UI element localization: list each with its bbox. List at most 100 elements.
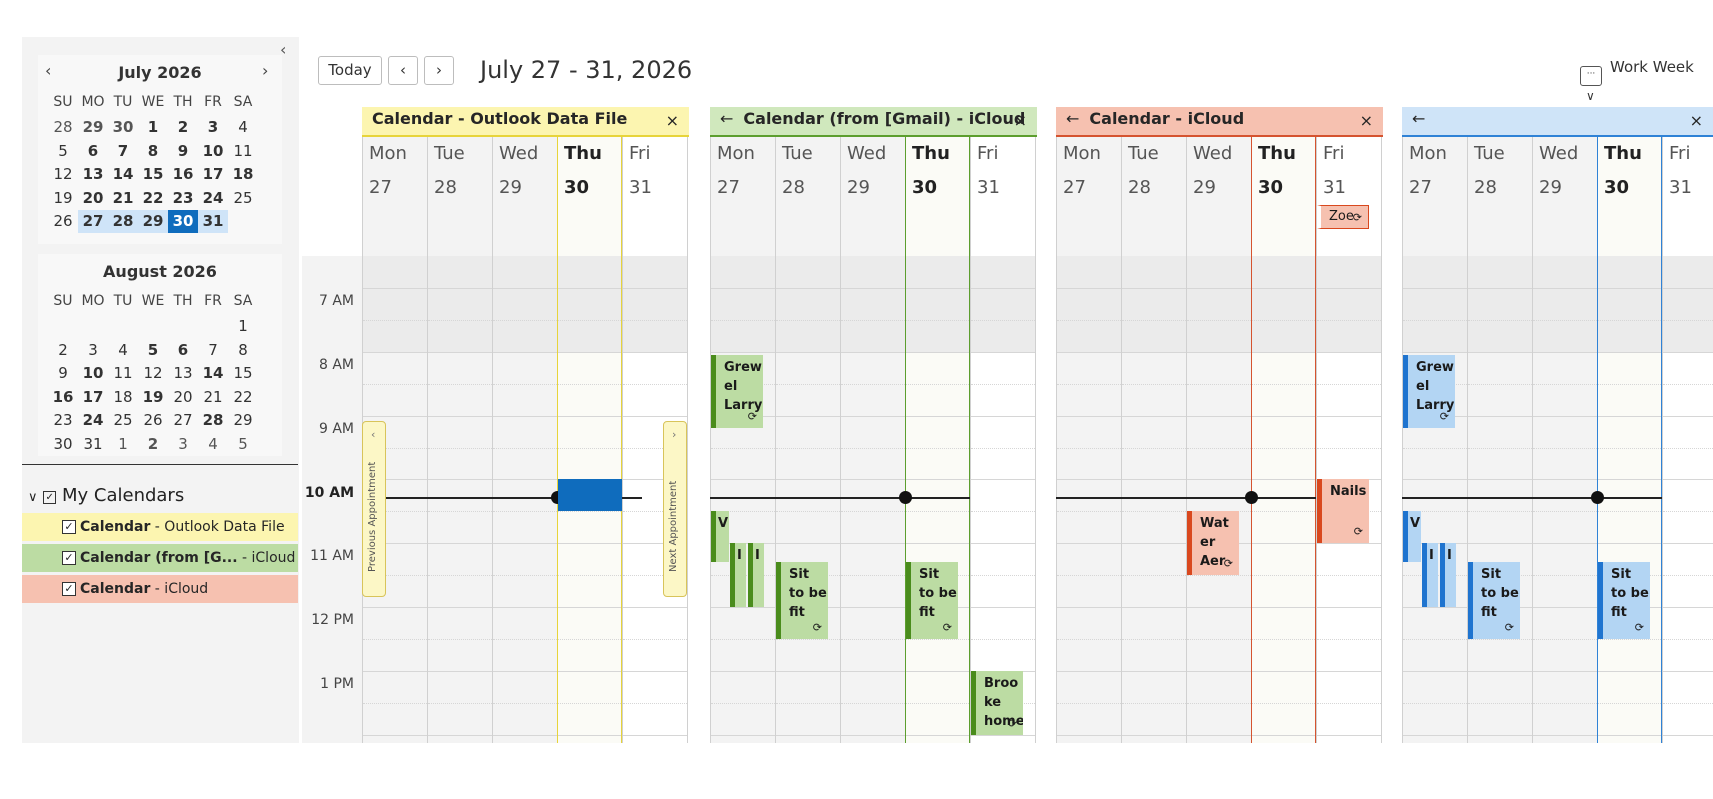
mini-calendar-day[interactable]: 3 bbox=[78, 339, 108, 362]
today-button[interactable]: Today bbox=[318, 56, 382, 85]
close-icon[interactable]: × bbox=[666, 109, 679, 133]
selected-time-slot[interactable] bbox=[558, 479, 622, 512]
mini-calendar-day[interactable]: 21 bbox=[198, 386, 228, 409]
mini-calendar-day[interactable]: 11 bbox=[108, 362, 138, 385]
next-appointment-button[interactable]: › Next Appointment bbox=[663, 420, 687, 597]
calendar-event[interactable]: Nails ⟳ bbox=[1317, 479, 1369, 544]
mini-calendar-day[interactable]: 20 bbox=[78, 187, 108, 210]
mini-calendar-day[interactable]: 3 bbox=[168, 433, 198, 456]
next-button[interactable]: › bbox=[424, 56, 454, 85]
mini-calendar-day[interactable]: 7 bbox=[108, 140, 138, 163]
calendar-event[interactable]: I bbox=[748, 543, 764, 607]
mini-calendar-day[interactable]: 3 bbox=[198, 116, 228, 139]
day-column-thu[interactable]: Thu 30 bbox=[557, 137, 622, 743]
mini-calendar-day[interactable]: 12 bbox=[138, 362, 168, 385]
day-column-mon[interactable]: Mon 27 bbox=[1402, 137, 1467, 743]
mini-calendar-day[interactable]: 4 bbox=[108, 339, 138, 362]
mini-calendar-day[interactable]: 8 bbox=[138, 140, 168, 163]
day-column-wed[interactable]: Wed 29 bbox=[1532, 137, 1597, 743]
calendar-event[interactable]: Zoe ⟳ bbox=[1317, 205, 1369, 229]
calendar-event[interactable]: I bbox=[730, 543, 746, 607]
mini-calendar-day[interactable]: 15 bbox=[228, 362, 258, 385]
calendar-event[interactable]: V bbox=[1403, 511, 1421, 563]
mini-calendar-day[interactable]: 9 bbox=[168, 140, 198, 163]
mini-calendar-day[interactable]: 14 bbox=[108, 163, 138, 186]
mini-calendar-day[interactable]: 18 bbox=[108, 386, 138, 409]
day-column-thu[interactable]: Thu 30 bbox=[905, 137, 970, 743]
mini-calendar-day[interactable]: 11 bbox=[228, 140, 258, 163]
mini-calendar-day[interactable]: 27 bbox=[78, 210, 108, 233]
mini-calendar-day[interactable]: 23 bbox=[168, 187, 198, 210]
mini-calendar-day[interactable]: 27 bbox=[168, 409, 198, 432]
mini-calendar-day[interactable]: 4 bbox=[198, 433, 228, 456]
mini-calendar-day[interactable]: 5 bbox=[138, 339, 168, 362]
calendar-event[interactable]: Grew el Larry ⟳ bbox=[711, 354, 763, 429]
day-column-thu[interactable]: Thu 30 bbox=[1251, 137, 1316, 743]
day-column-thu[interactable]: Thu 30 bbox=[1597, 137, 1662, 743]
mini-calendar-day[interactable]: 28 bbox=[48, 116, 78, 139]
previous-appointment-button[interactable]: ‹ Previous Appointment bbox=[362, 420, 386, 597]
mini-calendar-day[interactable]: 1 bbox=[228, 315, 258, 338]
calendar-event[interactable]: I bbox=[1422, 543, 1438, 607]
mini-calendar-day[interactable]: 26 bbox=[138, 409, 168, 432]
mini-calendar-day[interactable]: 28 bbox=[108, 210, 138, 233]
day-column-tue[interactable]: Tue 28 bbox=[775, 137, 840, 743]
calendar-event[interactable]: V bbox=[711, 511, 729, 563]
next-month-icon[interactable]: › bbox=[262, 61, 268, 80]
close-icon[interactable]: × bbox=[1014, 109, 1027, 133]
mini-calendar-day[interactable]: 21 bbox=[108, 187, 138, 210]
calendar-event[interactable]: Grew el Larry ⟳ bbox=[1403, 354, 1455, 429]
mini-calendar-day[interactable]: 16 bbox=[168, 163, 198, 186]
mini-calendar-day[interactable]: 23 bbox=[48, 409, 78, 432]
mini-calendar-day[interactable]: 19 bbox=[138, 386, 168, 409]
mini-calendar-day[interactable]: 16 bbox=[48, 386, 78, 409]
mini-calendar-day[interactable]: 6 bbox=[78, 140, 108, 163]
mini-calendar-day[interactable]: 22 bbox=[228, 386, 258, 409]
calendar-event[interactable]: Sit to be fit ⟳ bbox=[1468, 562, 1520, 639]
mini-calendar-day[interactable]: 1 bbox=[108, 433, 138, 456]
calendar-checkbox[interactable]: ✓ bbox=[62, 582, 76, 596]
mini-calendar-day[interactable]: 10 bbox=[198, 140, 228, 163]
group-checkbox[interactable]: ✓ bbox=[43, 491, 57, 504]
mini-calendar-day[interactable]: 13 bbox=[168, 362, 198, 385]
back-arrow-icon[interactable]: ← bbox=[720, 109, 733, 128]
calendar-list-item-icloud[interactable]: ✓ Calendar - iCloud bbox=[22, 575, 298, 603]
mini-calendar-day[interactable]: 28 bbox=[198, 409, 228, 432]
day-column-tue[interactable]: Tue 28 bbox=[1467, 137, 1532, 743]
day-column-fri[interactable]: Fri 31 bbox=[1662, 137, 1713, 743]
mini-calendar-day[interactable]: 29 bbox=[78, 116, 108, 139]
back-arrow-icon[interactable]: ← bbox=[1412, 109, 1425, 128]
mini-calendar-day[interactable]: 31 bbox=[78, 433, 108, 456]
mini-calendar-day[interactable]: 5 bbox=[228, 433, 258, 456]
calendar-event[interactable]: Sit to be fit ⟳ bbox=[906, 562, 958, 639]
day-column-wed[interactable]: Wed 29 bbox=[492, 137, 557, 743]
calendar-event[interactable]: Wat er Aer ⟳ bbox=[1187, 511, 1239, 576]
calendar-event[interactable]: Broo ke home ⟳ bbox=[971, 670, 1023, 735]
close-icon[interactable]: × bbox=[1690, 109, 1703, 133]
my-calendars-group[interactable]: ∨ ✓ My Calendars bbox=[28, 485, 184, 506]
day-column-mon[interactable]: Mon 27 bbox=[1056, 137, 1121, 743]
day-column-mon[interactable]: Mon 27 bbox=[710, 137, 775, 743]
mini-calendar-day[interactable]: 30 bbox=[168, 210, 198, 233]
mini-calendar-day[interactable]: 2 bbox=[48, 339, 78, 362]
back-arrow-icon[interactable]: ← bbox=[1066, 109, 1079, 128]
mini-calendar-day[interactable]: 18 bbox=[228, 163, 258, 186]
day-column-wed[interactable]: Wed 29 bbox=[840, 137, 905, 743]
mini-calendar-day[interactable]: 6 bbox=[168, 339, 198, 362]
mini-calendar-day[interactable]: 17 bbox=[78, 386, 108, 409]
day-column-wed[interactable]: Wed 29 bbox=[1186, 137, 1251, 743]
mini-calendar-day[interactable]: 25 bbox=[108, 409, 138, 432]
mini-calendar-day[interactable]: 5 bbox=[48, 140, 78, 163]
mini-calendar-day[interactable]: 2 bbox=[168, 116, 198, 139]
mini-calendar-day[interactable]: 24 bbox=[78, 409, 108, 432]
mini-calendar-day[interactable]: 17 bbox=[198, 163, 228, 186]
mini-calendar-day[interactable]: 1 bbox=[138, 116, 168, 139]
previous-button[interactable]: ‹ bbox=[388, 56, 418, 85]
mini-calendar-day[interactable]: 30 bbox=[48, 433, 78, 456]
close-icon[interactable]: × bbox=[1360, 109, 1373, 133]
chevron-down-icon[interactable]: ∨ bbox=[28, 490, 38, 505]
mini-calendar-day[interactable]: 8 bbox=[228, 339, 258, 362]
calendar-event[interactable]: Sit to be fit ⟳ bbox=[1598, 562, 1650, 639]
mini-calendar-day[interactable]: 2 bbox=[138, 433, 168, 456]
mini-calendar-day[interactable]: 31 bbox=[198, 210, 228, 233]
